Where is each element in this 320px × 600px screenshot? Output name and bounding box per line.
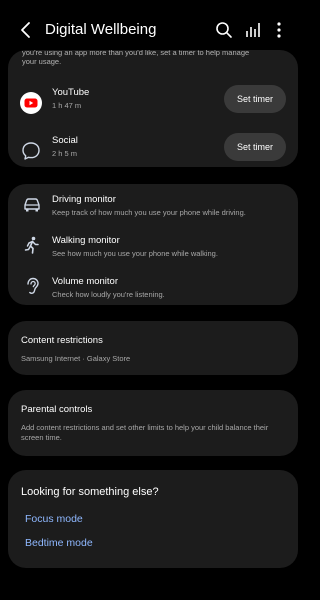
search-icon[interactable] [214,20,234,40]
volume-monitor-row[interactable]: Volume monitor Check how loudly you're l… [8,272,298,305]
tool-title: Driving monitor [52,194,116,205]
walking-person-icon [22,235,42,255]
bar-chart-icon[interactable] [243,20,263,40]
app-usage-time: 2 h 5 m [52,149,78,158]
set-timer-button[interactable]: Set timer [224,85,286,113]
app-timers-description-cont: your usage. [22,57,62,66]
car-icon [22,194,42,214]
youtube-icon [20,92,42,114]
ear-icon [22,276,42,296]
content-restrictions-title: Content restrictions [21,335,103,346]
walking-monitor-row[interactable]: Walking monitor See how much you use you… [8,231,298,271]
set-timer-button[interactable]: Set timer [224,133,286,161]
app-name: Social [52,135,78,146]
tool-description: Check how loudly you're listening. [52,290,165,299]
monitors-card: Driving monitor Keep track of how much y… [8,184,298,305]
app-row-social[interactable]: Social 2 h 5 m Set timer [8,129,298,167]
driving-monitor-row[interactable]: Driving monitor Keep track of how much y… [8,190,298,230]
parental-controls-description: Add content restrictions and set other l… [21,423,269,442]
app-row-youtube[interactable]: YouTube 1 h 47 m Set timer [8,81,298,125]
page-title: Digital Wellbeing [45,21,157,38]
looking-for-card: Looking for something else? Focus mode B… [8,470,298,568]
parental-controls-title: Parental controls [21,404,93,415]
content-restrictions-card[interactable]: Content restrictions Samsung Internet · … [8,321,298,375]
tool-description: See how much you use your phone while wa… [52,249,218,258]
looking-for-title: Looking for something else? [21,486,159,498]
tool-title: Walking monitor [52,235,120,246]
bedtime-mode-link[interactable]: Bedtime mode [25,537,93,549]
content-restrictions-subtitle: Samsung Internet · Galaxy Store [21,354,131,363]
back-arrow-icon[interactable] [16,20,36,40]
app-timers-card: you're using an app more than you'd like… [8,50,298,167]
app-usage-time: 1 h 47 m [52,101,82,110]
app-name: YouTube [52,87,90,98]
more-vert-icon[interactable] [269,20,289,40]
tool-title: Volume monitor [52,276,119,287]
parental-controls-card[interactable]: Parental controls Add content restrictio… [8,390,298,456]
focus-mode-link[interactable]: Focus mode [25,513,83,525]
chat-bubble-icon [20,140,42,162]
tool-description: Keep track of how much you use your phon… [52,208,246,217]
